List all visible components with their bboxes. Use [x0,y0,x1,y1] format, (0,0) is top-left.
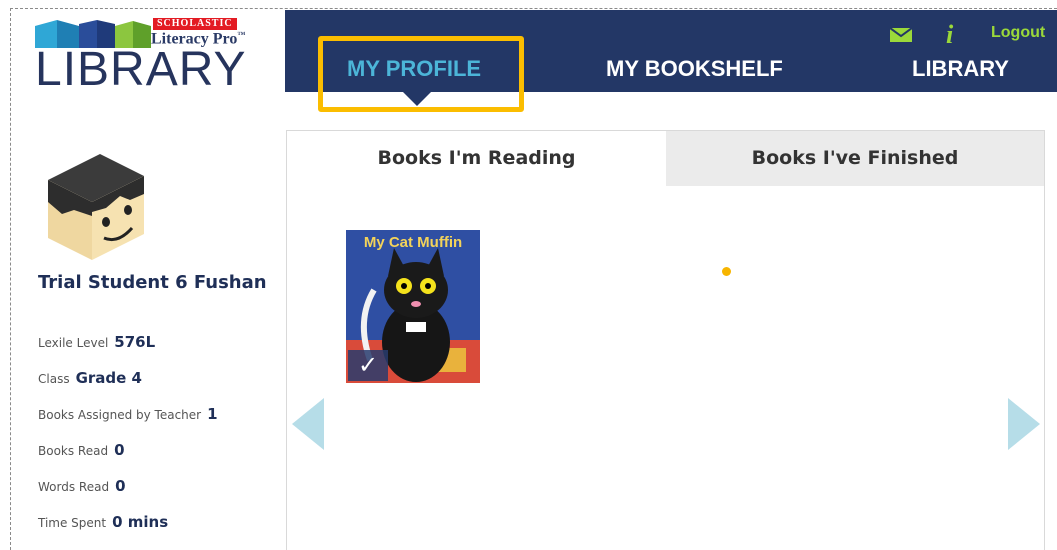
nav-my-bookshelf[interactable]: MY BOOKSHELF [606,56,783,82]
stat-label: Words Read [38,480,110,494]
stat-books-assigned: Books Assigned by Teacher 1 [38,404,218,423]
stat-value: Grade 4 [75,369,142,387]
stat-value: 576L [114,333,156,351]
avatar [48,154,144,260]
stat-label: Books Assigned by Teacher [38,408,202,422]
library-wordmark: LIBRARY [35,43,247,96]
carousel-prev-arrow-icon[interactable] [292,398,324,450]
scholastic-badge: SCHOLASTIC [153,18,237,30]
loading-dot-icon [722,267,731,276]
book-title: My Cat Muffin [363,234,463,251]
library-logo[interactable]: SCHOLASTIC Literacy Pro™ LIBRARY [35,16,275,106]
stat-time-spent: Time Spent 0 mins [38,512,168,531]
stat-label: Lexile Level [38,336,109,350]
mail-icon[interactable] [890,28,912,42]
stat-label: Time Spent [38,516,107,530]
student-name: Trial Student 6 Fushan [38,272,267,293]
stat-value: 1 [207,405,218,423]
stat-value: 0 [115,477,126,495]
carousel-next-arrow-icon[interactable] [1008,398,1040,450]
stat-books-read: Books Read 0 [38,440,125,459]
highlight-box [318,36,524,112]
stat-value: 0 [114,441,125,459]
stat-label: Class [38,372,70,386]
tab-books-reading[interactable]: Books I'm Reading [287,131,666,186]
nav-library[interactable]: LIBRARY [912,56,1009,82]
scholastic-label: SCHOLASTIC [157,18,233,29]
stat-label: Books Read [38,444,109,458]
stat-class: Class Grade 4 [38,368,142,387]
book-cover[interactable]: My Cat Muffin ✓ [346,230,480,383]
trademark-mark: ™ [237,30,246,39]
stat-words-read: Words Read 0 [38,476,126,495]
stat-lexile: Lexile Level 576L [38,332,155,351]
checkmark-icon: ✓ [348,350,388,381]
tab-books-finished[interactable]: Books I've Finished [666,131,1044,186]
info-icon[interactable]: i [946,20,953,50]
logout-link[interactable]: Logout [991,24,1045,42]
stat-value: 0 mins [112,513,169,531]
